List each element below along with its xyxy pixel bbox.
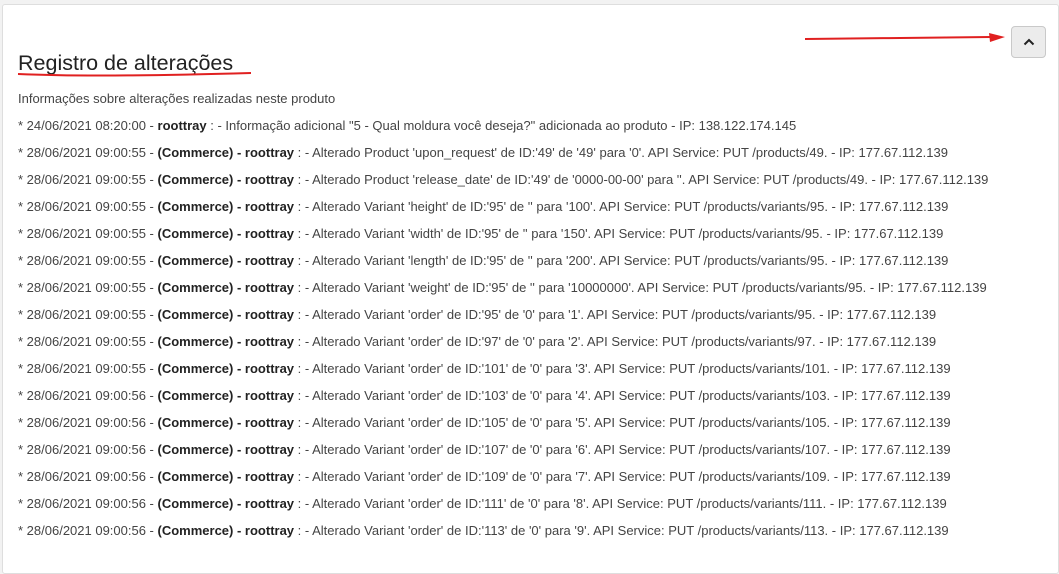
- log-entry-timestamp: * 28/06/2021 09:00:55 -: [18, 172, 158, 187]
- annotation-underline: [17, 72, 252, 77]
- log-entry-user: roottray: [157, 118, 207, 133]
- log-entry: * 28/06/2021 09:00:55 - (Commerce) - roo…: [18, 360, 1048, 377]
- log-entry: * 28/06/2021 09:00:55 - (Commerce) - roo…: [18, 306, 1048, 323]
- log-entry-timestamp: * 28/06/2021 09:00:56 -: [18, 469, 158, 484]
- log-entry-user: (Commerce) - roottray: [157, 145, 295, 160]
- log-entry-user: (Commerce) - roottray: [157, 496, 295, 511]
- log-entry-message: : - Alterado Product 'upon_request' de I…: [294, 145, 948, 160]
- log-entry: * 28/06/2021 09:00:56 - (Commerce) - roo…: [18, 495, 1048, 512]
- log-entry-user: (Commerce) - roottray: [157, 280, 295, 295]
- log-entry-user: (Commerce) - roottray: [157, 415, 295, 430]
- log-entry-message: : - Alterado Variant 'order' de ID:'105'…: [294, 415, 951, 430]
- log-entry: * 28/06/2021 09:00:55 - (Commerce) - roo…: [18, 279, 1048, 296]
- log-entry-user: (Commerce) - roottray: [157, 469, 295, 484]
- log-entry: * 28/06/2021 09:00:56 - (Commerce) - roo…: [18, 468, 1048, 485]
- log-entry-timestamp: * 28/06/2021 09:00:55 -: [18, 226, 158, 241]
- log-entry-message: : - Alterado Variant 'order' de ID:'103'…: [294, 388, 951, 403]
- log-entry-timestamp: * 28/06/2021 09:00:55 -: [18, 199, 158, 214]
- log-entry: * 28/06/2021 09:00:55 - (Commerce) - roo…: [18, 171, 1048, 188]
- log-entry-user: (Commerce) - roottray: [157, 361, 295, 376]
- log-entry-timestamp: * 28/06/2021 09:00:56 -: [18, 523, 158, 538]
- log-entry-timestamp: * 28/06/2021 09:00:55 -: [18, 253, 158, 268]
- log-entry-user: (Commerce) - roottray: [157, 334, 295, 349]
- log-entry: * 28/06/2021 09:00:55 - (Commerce) - roo…: [18, 333, 1048, 350]
- log-entry-message: : - Alterado Variant 'width' de ID:'95' …: [294, 226, 944, 241]
- log-entry-timestamp: * 28/06/2021 09:00:56 -: [18, 442, 158, 457]
- collapse-button[interactable]: [1011, 26, 1046, 58]
- log-entry-message: : - Alterado Variant 'order' de ID:'101'…: [294, 361, 951, 376]
- log-entry-timestamp: * 28/06/2021 09:00:56 -: [18, 388, 158, 403]
- log-entry: * 28/06/2021 09:00:56 - (Commerce) - roo…: [18, 522, 1048, 539]
- change-log-panel: Registro de alterações Informações sobre…: [2, 4, 1059, 574]
- log-entry: * 28/06/2021 09:00:56 - (Commerce) - roo…: [18, 414, 1048, 431]
- log-entry-timestamp: * 24/06/2021 08:20:00 -: [18, 118, 158, 133]
- log-entry-user: (Commerce) - roottray: [157, 307, 295, 322]
- log-entry: * 28/06/2021 09:00:56 - (Commerce) - roo…: [18, 387, 1048, 404]
- log-entry-message: : - Alterado Variant 'order' de ID:'111'…: [294, 496, 947, 511]
- log-entry: * 24/06/2021 08:20:00 - roottray : - Inf…: [18, 117, 1048, 134]
- log-entry: * 28/06/2021 09:00:55 - (Commerce) - roo…: [18, 252, 1048, 269]
- log-entry-user: (Commerce) - roottray: [157, 226, 295, 241]
- log-entry-timestamp: * 28/06/2021 09:00:55 -: [18, 361, 158, 376]
- log-entry-message: : - Alterado Variant 'order' de ID:'97' …: [294, 334, 937, 349]
- log-entry: * 28/06/2021 09:00:56 - (Commerce) - roo…: [18, 441, 1048, 458]
- log-entry-timestamp: * 28/06/2021 09:00:56 -: [18, 415, 158, 430]
- log-entry-message: : - Alterado Variant 'height' de ID:'95'…: [294, 199, 949, 214]
- log-entry-user: (Commerce) - roottray: [157, 253, 295, 268]
- log-entry-message: : - Informação adicional "5 - Qual moldu…: [206, 118, 797, 133]
- log-entry-user: (Commerce) - roottray: [157, 199, 295, 214]
- chevron-up-icon: [1023, 38, 1034, 46]
- log-entry-timestamp: * 28/06/2021 09:00:55 -: [18, 145, 158, 160]
- log-entry-timestamp: * 28/06/2021 09:00:55 -: [18, 307, 158, 322]
- log-entry-timestamp: * 28/06/2021 09:00:56 -: [18, 496, 158, 511]
- log-entry-message: : - Alterado Variant 'order' de ID:'107'…: [294, 442, 951, 457]
- log-entry-message: : - Alterado Variant 'order' de ID:'109'…: [294, 469, 951, 484]
- panel-subtitle: Informações sobre alterações realizadas …: [18, 91, 336, 106]
- change-log-list: * 24/06/2021 08:20:00 - roottray : - Inf…: [18, 117, 1048, 549]
- log-entry: * 28/06/2021 09:00:55 - (Commerce) - roo…: [18, 198, 1048, 215]
- log-entry-message: : - Alterado Variant 'order' de ID:'95' …: [294, 307, 937, 322]
- log-entry-user: (Commerce) - roottray: [157, 388, 295, 403]
- log-entry-message: : - Alterado Variant 'weight' de ID:'95'…: [294, 280, 987, 295]
- log-entry-message: : - Alterado Variant 'order' de ID:'113'…: [294, 523, 949, 538]
- log-entry-user: (Commerce) - roottray: [157, 172, 295, 187]
- log-entry: * 28/06/2021 09:00:55 - (Commerce) - roo…: [18, 225, 1048, 242]
- log-entry-timestamp: * 28/06/2021 09:00:55 -: [18, 334, 158, 349]
- log-entry-message: : - Alterado Variant 'length' de ID:'95'…: [294, 253, 949, 268]
- annotation-arrow-icon: [804, 33, 1005, 42]
- log-entry-message: : - Alterado Product 'release_date' de I…: [294, 172, 989, 187]
- log-entry: * 28/06/2021 09:00:55 - (Commerce) - roo…: [18, 144, 1048, 161]
- log-entry-user: (Commerce) - roottray: [157, 523, 295, 538]
- log-entry-user: (Commerce) - roottray: [157, 442, 295, 457]
- log-entry-timestamp: * 28/06/2021 09:00:55 -: [18, 280, 158, 295]
